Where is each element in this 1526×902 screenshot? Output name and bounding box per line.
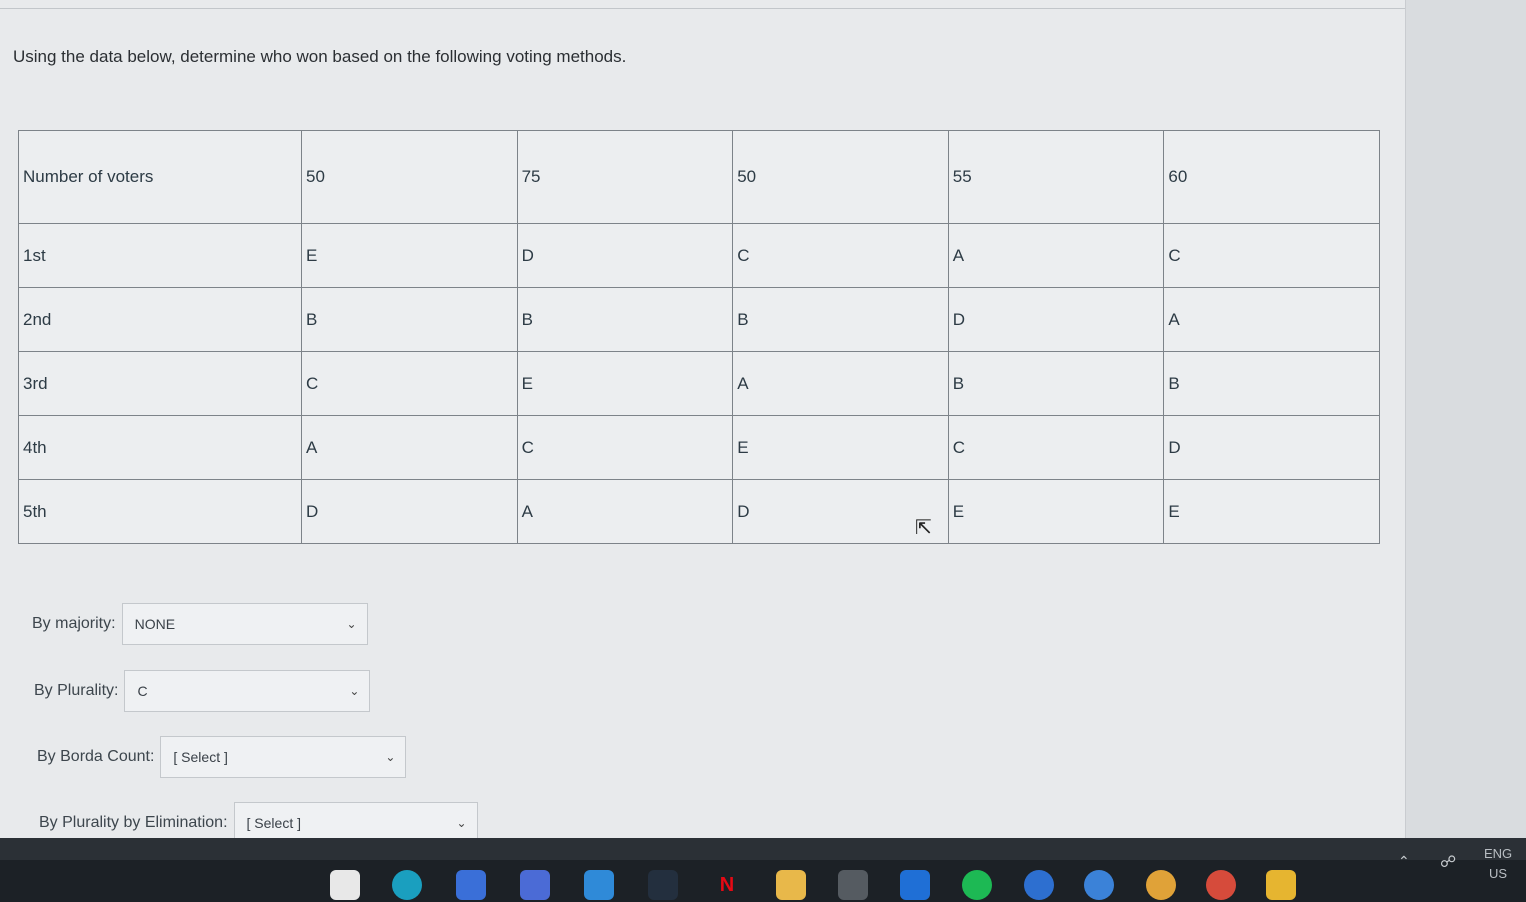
- canvas-quiz-page: Using the data below, determine who won …: [0, 0, 1406, 844]
- table-cell: E: [947, 479, 1165, 544]
- borda-answer: By Borda Count: [ Select ] ⌄: [37, 736, 407, 778]
- netflix-icon[interactable]: N: [712, 870, 742, 900]
- show-hidden-icons-icon[interactable]: ⌃: [1398, 853, 1410, 870]
- borda-select-value: [ Select ]: [173, 749, 228, 765]
- plurality-label: By Plurality:: [34, 682, 119, 699]
- region-code: US: [1489, 866, 1508, 881]
- files-icon[interactable]: [776, 870, 806, 900]
- majority-label: By majority:: [32, 615, 116, 632]
- top-divider: [0, 0, 1405, 9]
- edge-icon[interactable]: [392, 870, 422, 900]
- table-cell: B: [947, 351, 1165, 416]
- table-cell: D: [1163, 415, 1380, 480]
- table-cell: A: [732, 351, 949, 416]
- table-cell: A: [947, 223, 1165, 288]
- table-cell: 50: [732, 130, 949, 224]
- sticky-notes-icon[interactable]: [1266, 870, 1296, 900]
- table-header-row: Number of voters 50 75 50 55 60: [18, 130, 1380, 224]
- table-row: 5th D A D E E: [18, 479, 1380, 544]
- majority-answer: By majority: NONE ⌄: [32, 603, 368, 645]
- dropbox-icon[interactable]: [900, 870, 930, 900]
- table-row: 3rd C E A B B: [18, 351, 1380, 416]
- question-text: Using the data below, determine who won …: [13, 47, 627, 66]
- table-cell: B: [732, 287, 949, 352]
- alexa-icon[interactable]: [838, 870, 868, 900]
- windows-taskbar: N: [0, 838, 1526, 902]
- table-cell: C: [1163, 223, 1380, 288]
- borda-select[interactable]: [ Select ] ⌄: [160, 736, 407, 778]
- table-cell: 75: [516, 130, 734, 224]
- table-cell: E: [516, 351, 734, 416]
- table-row: 2nd B B B D A: [18, 287, 1380, 352]
- chevron-down-icon: ⌄: [349, 684, 360, 698]
- borda-label: By Borda Count:: [37, 748, 155, 765]
- table-row: 1st E D C A C: [18, 223, 1380, 288]
- majority-select-value: NONE: [134, 616, 176, 632]
- chevron-down-icon: ⌄: [385, 750, 396, 764]
- microsoft-store-icon[interactable]: [520, 870, 550, 900]
- preference-table: Number of voters 50 75 50 55 60 1st E D …: [18, 130, 1380, 544]
- table-cell: A: [301, 415, 518, 480]
- table-cell: D: [516, 223, 734, 288]
- table-cell: B: [1163, 351, 1380, 416]
- table-cell: 4th: [18, 415, 302, 480]
- table-cell: B: [301, 287, 518, 352]
- table-cell: E: [732, 415, 949, 480]
- spotify-icon[interactable]: [962, 870, 992, 900]
- play-icon[interactable]: [1024, 870, 1054, 900]
- table-cell: D: [301, 479, 518, 544]
- table-cell: 50: [301, 130, 518, 224]
- amazon-app-icon[interactable]: [648, 870, 678, 900]
- chrome-dev-icon[interactable]: [1206, 870, 1236, 900]
- language-code: ENG: [1484, 846, 1513, 861]
- table-cell: A: [1163, 287, 1380, 352]
- plurality-select[interactable]: C ⌄: [124, 670, 371, 712]
- table-cell: E: [1163, 479, 1380, 544]
- chrome-canary-icon[interactable]: [1146, 870, 1176, 900]
- table-cell: 55: [947, 130, 1165, 224]
- table-cell: 2nd: [18, 287, 302, 352]
- network-icon[interactable]: ☍: [1440, 852, 1456, 872]
- table-cell: C: [301, 351, 518, 416]
- file-explorer-icon[interactable]: [330, 870, 360, 900]
- table-cell: 5th: [18, 479, 302, 544]
- chevron-down-icon: ⌄: [456, 816, 467, 830]
- table-cell: Number of voters: [18, 130, 302, 224]
- chevron-down-icon: ⌄: [346, 617, 357, 631]
- language-indicator[interactable]: ENG US: [1484, 844, 1512, 884]
- table-cell: D: [947, 287, 1165, 352]
- table-cell: 3rd: [18, 351, 302, 416]
- amazon-icon[interactable]: [584, 870, 614, 900]
- table-row: 4th A C E C D: [18, 415, 1380, 480]
- table-cell: 1st: [18, 223, 302, 288]
- table-cell: A: [516, 479, 734, 544]
- plurality-select-value: C: [137, 683, 148, 699]
- table-cell: 60: [1163, 130, 1380, 224]
- majority-select[interactable]: NONE ⌄: [121, 603, 368, 645]
- mouse-pointer-icon: ⇱: [915, 517, 932, 539]
- plurality-answer: By Plurality: C ⌄: [34, 670, 371, 712]
- elimination-select-value: [ Select ]: [246, 815, 301, 831]
- elimination-label: By Plurality by Elimination:: [39, 814, 228, 831]
- table-cell: C: [732, 223, 949, 288]
- teams-icon[interactable]: [456, 870, 486, 900]
- taskbar-top-band: [0, 838, 1526, 860]
- table-cell: B: [516, 287, 734, 352]
- table-cell: C: [947, 415, 1165, 480]
- table-cell: E: [301, 223, 518, 288]
- chrome-icon[interactable]: [1084, 870, 1114, 900]
- table-cell: C: [516, 415, 734, 480]
